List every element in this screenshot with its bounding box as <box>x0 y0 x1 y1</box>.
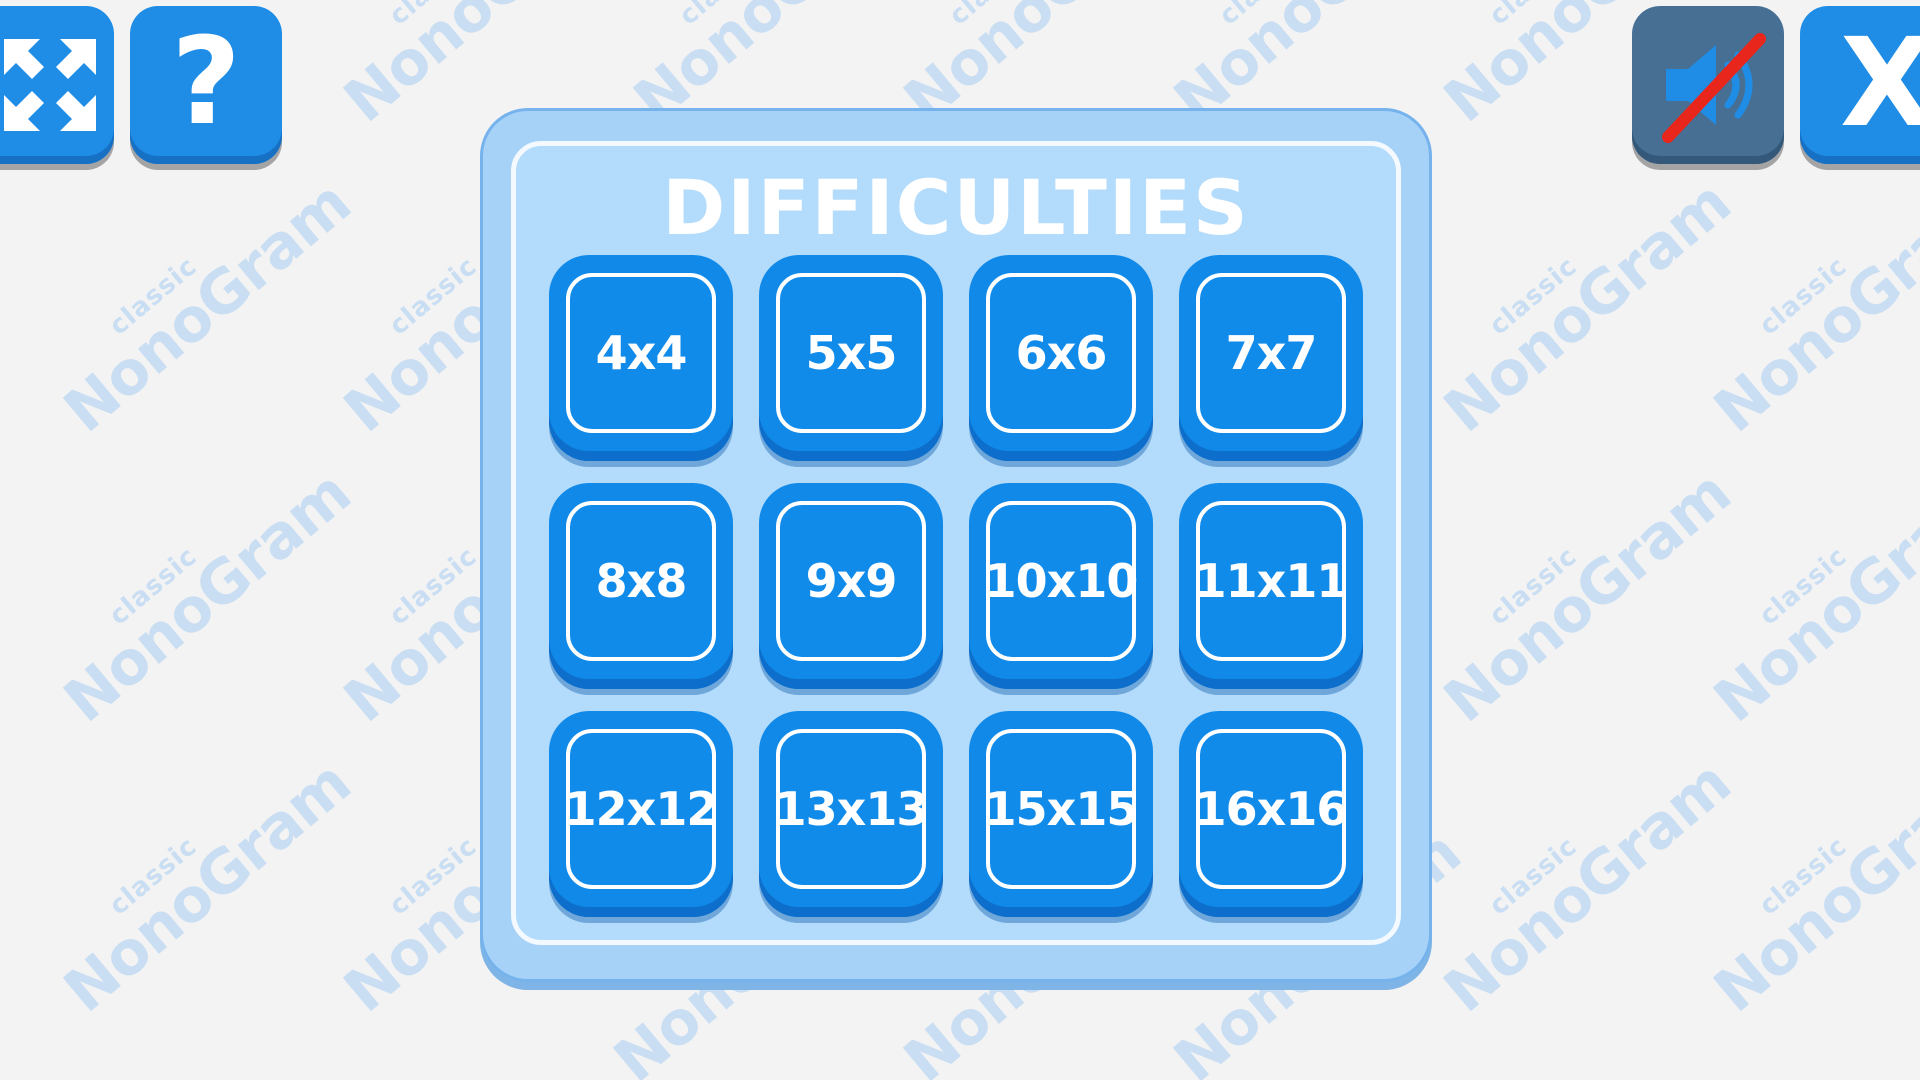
close-button[interactable]: X <box>1800 6 1920 164</box>
watermark-line2: NonoGram <box>1701 747 1920 1027</box>
difficulty-button-13x13[interactable]: 13x13 <box>759 711 943 917</box>
difficulty-button-face: 12x12 <box>564 729 719 889</box>
difficulty-label: 10x10 <box>984 554 1139 608</box>
watermark-line1: classic <box>1483 251 1583 342</box>
watermark-line1: classic <box>1148 0 1379 86</box>
watermark-logo: classicNonoGram <box>1418 167 1744 483</box>
difficulty-label: 13x13 <box>774 782 929 836</box>
game-screen: classicNonoGramclassicNonoGramclassicNon… <box>0 0 1920 1080</box>
difficulty-button-face: 7x7 <box>1196 273 1346 433</box>
difficulty-button-8x8[interactable]: 8x8 <box>549 483 733 689</box>
watermark-logo: classicNonoGram <box>1688 747 1920 1063</box>
close-x-icon: X <box>1839 12 1920 154</box>
difficulty-button-face: 10x10 <box>984 501 1139 661</box>
difficulty-button-10x10[interactable]: 10x10 <box>969 483 1153 689</box>
watermark-logo: classicNonoGram <box>38 747 364 1063</box>
difficulties-panel: DIFFICULTIES 4x4 5x5 6x6 7x7 8x8 9x9 10x10 11x1… <box>480 108 1432 982</box>
watermark-line1: classic <box>1418 0 1649 86</box>
help-button[interactable]: ? <box>130 6 282 164</box>
watermark-logo: classicNonoGram <box>38 457 364 773</box>
watermark-line1: classic <box>1753 831 1853 922</box>
watermark-logo: classicNonoGram <box>38 167 364 483</box>
difficulty-label: 11x11 <box>1194 554 1349 608</box>
difficulty-grid: 4x4 5x5 6x6 7x7 8x8 9x9 10x10 11x11 12x12 13x13 15… <box>549 255 1369 917</box>
fullscreen-arrows-icon <box>4 39 96 131</box>
watermark-line1: classic <box>1483 541 1583 632</box>
fullscreen-button[interactable] <box>0 6 114 164</box>
watermark-line1: classic <box>1753 251 1853 342</box>
watermark-line1: classic <box>103 831 203 922</box>
sound-toggle-button[interactable] <box>1632 6 1784 164</box>
watermark-line2: NonoGram <box>1431 747 1744 1027</box>
difficulty-button-face: 16x16 <box>1194 729 1349 889</box>
difficulty-button-12x12[interactable]: 12x12 <box>549 711 733 917</box>
watermark-line1: classic <box>318 0 549 86</box>
watermark-line2: NonoGram <box>51 457 364 737</box>
difficulty-button-6x6[interactable]: 6x6 <box>969 255 1153 461</box>
difficulty-label: 12x12 <box>564 782 719 836</box>
watermark-line2: NonoGram <box>51 747 364 1027</box>
speaker-muted-icon <box>1662 33 1766 143</box>
difficulty-label: 7x7 <box>1225 326 1318 380</box>
watermark-line1: classic <box>103 251 203 342</box>
difficulty-button-face: 8x8 <box>566 501 716 661</box>
watermark-line2: NonoGram <box>51 167 364 447</box>
difficulty-button-face: 13x13 <box>774 729 929 889</box>
watermark-line1: classic <box>1753 541 1853 632</box>
difficulty-button-face: 15x15 <box>984 729 1139 889</box>
watermark-line1: classic <box>1483 831 1583 922</box>
difficulty-button-9x9[interactable]: 9x9 <box>759 483 943 689</box>
difficulty-button-11x11[interactable]: 11x11 <box>1179 483 1363 689</box>
difficulty-label: 16x16 <box>1194 782 1349 836</box>
watermark-logo: classicNonoGram <box>1688 167 1920 483</box>
watermark-logo: classicNonoGram <box>1418 747 1744 1063</box>
difficulty-label: 8x8 <box>595 554 688 608</box>
difficulty-label: 15x15 <box>984 782 1139 836</box>
difficulty-button-16x16[interactable]: 16x16 <box>1179 711 1363 917</box>
difficulty-button-15x15[interactable]: 15x15 <box>969 711 1153 917</box>
panel-title: DIFFICULTIES <box>662 163 1250 252</box>
difficulty-button-5x5[interactable]: 5x5 <box>759 255 943 461</box>
watermark-logo: classicNonoGram <box>1688 457 1920 773</box>
difficulty-button-7x7[interactable]: 7x7 <box>1179 255 1363 461</box>
difficulty-button-4x4[interactable]: 4x4 <box>549 255 733 461</box>
watermark-line2: NonoGram <box>1431 167 1744 447</box>
difficulty-button-face: 9x9 <box>776 501 926 661</box>
difficulty-button-face: 4x4 <box>566 273 716 433</box>
watermark-line2: NonoGram <box>1701 457 1920 737</box>
watermark-line2: NonoGram <box>1431 457 1744 737</box>
difficulty-button-face: 11x11 <box>1194 501 1349 661</box>
difficulty-label: 4x4 <box>595 326 688 380</box>
question-mark-icon: ? <box>171 13 241 152</box>
difficulty-button-face: 6x6 <box>986 273 1136 433</box>
difficulty-label: 5x5 <box>805 326 898 380</box>
watermark-logo: classicNonoGram <box>1418 457 1744 773</box>
watermark-line2: NonoGram <box>1701 167 1920 447</box>
difficulty-button-face: 5x5 <box>776 273 926 433</box>
difficulty-label: 6x6 <box>1015 326 1108 380</box>
watermark-line1: classic <box>878 0 1109 86</box>
difficulty-label: 9x9 <box>805 554 898 608</box>
watermark-line1: classic <box>103 541 203 632</box>
watermark-line1: classic <box>608 0 839 86</box>
